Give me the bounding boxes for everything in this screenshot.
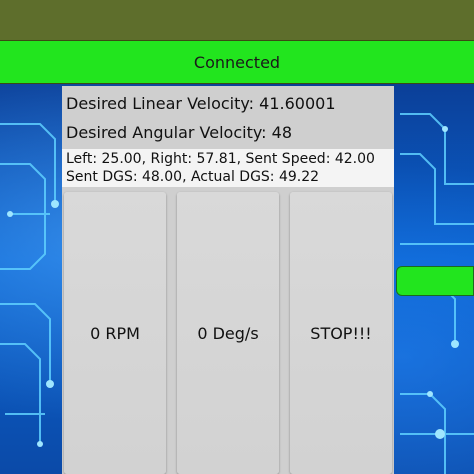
dgs-telemetry-line: Sent DGS: 48.00, Actual DGS: 49.22 <box>66 169 320 185</box>
stop-button-label: STOP!!! <box>310 323 372 343</box>
stop-button[interactable]: STOP!!! <box>290 192 392 474</box>
connection-status-label: Connected <box>193 52 281 72</box>
deg-per-sec-button[interactable]: 0 Deg/s <box>177 192 279 474</box>
linear-velocity-readout: Desired Linear Velocity: 41.60001 <box>66 94 336 113</box>
deg-per-sec-button-label: 0 Deg/s <box>197 323 259 343</box>
angular-velocity-readout: Desired Angular Velocity: 48 <box>66 123 292 142</box>
side-green-tab <box>396 266 474 296</box>
top-strip <box>0 0 474 40</box>
rpm-button-label: 0 RPM <box>90 323 140 343</box>
rpm-button[interactable]: 0 RPM <box>64 192 166 474</box>
telemetry-box: Left: 25.00, Right: 57.81, Sent Speed: 4… <box>62 149 394 187</box>
connection-status-bar: Connected <box>0 40 474 85</box>
control-panel: Desired Linear Velocity: 41.60001 Desire… <box>62 86 394 474</box>
motor-telemetry-line: Left: 25.00, Right: 57.81, Sent Speed: 4… <box>66 151 375 167</box>
